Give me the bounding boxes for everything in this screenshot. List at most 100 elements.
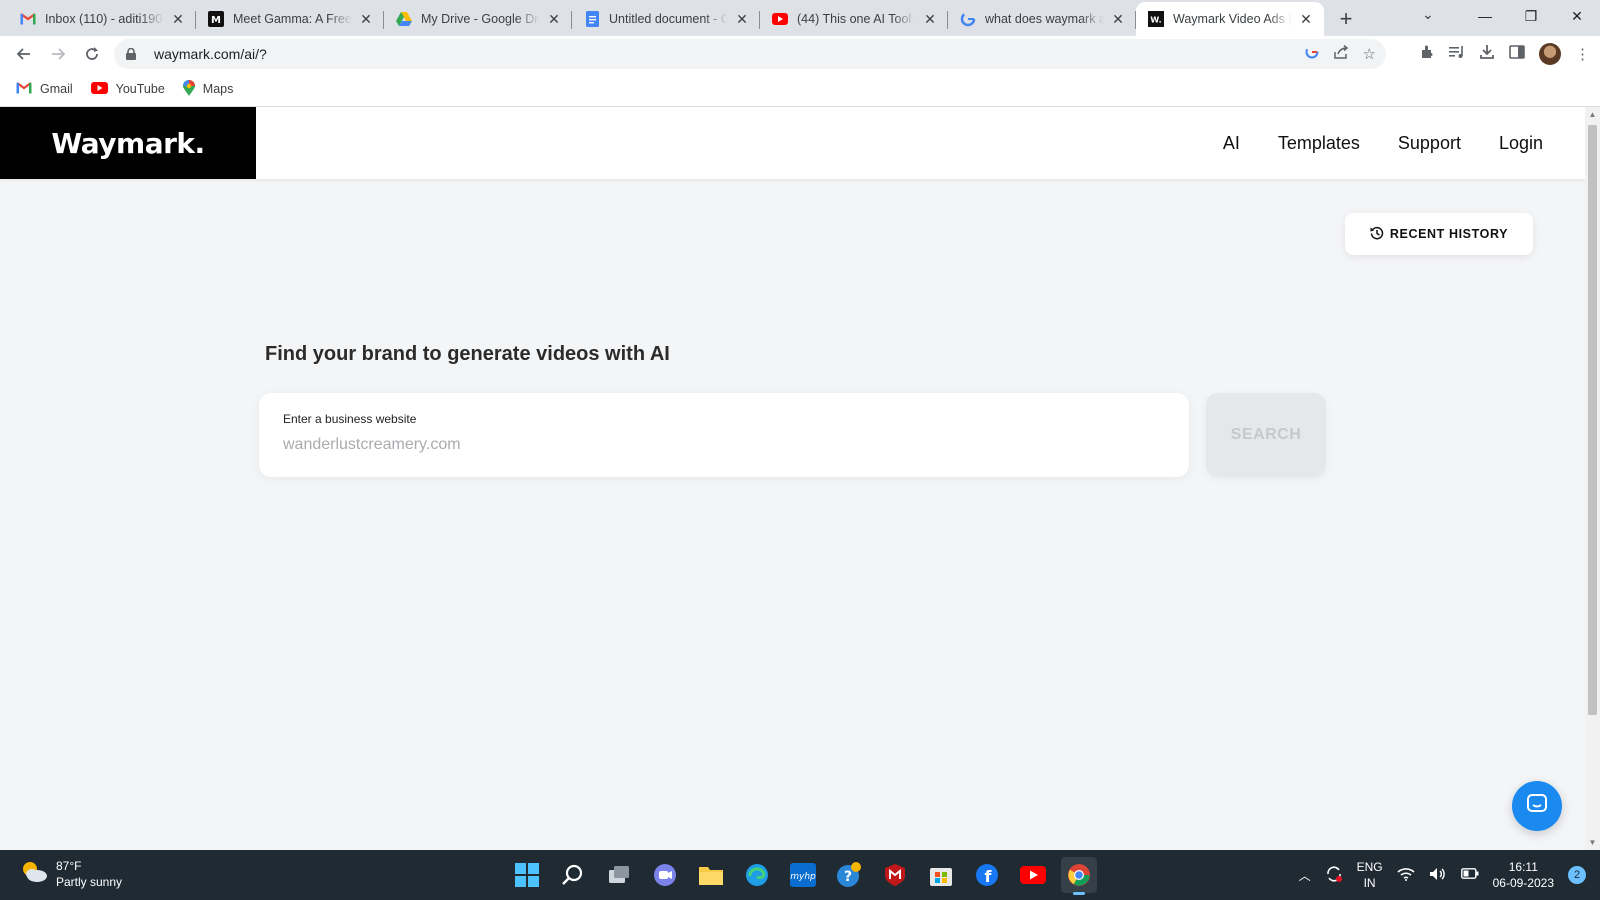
forward-button[interactable]	[42, 38, 74, 70]
folder-icon	[699, 867, 723, 885]
bookmark-star-icon[interactable]: ☆	[1363, 45, 1376, 63]
edge-button[interactable]	[739, 857, 775, 893]
battery-icon[interactable]	[1460, 868, 1479, 882]
minimize-icon[interactable]: —	[1462, 8, 1508, 24]
google-icon	[960, 11, 976, 27]
chat-icon	[1526, 793, 1548, 820]
chrome-button[interactable]	[1061, 857, 1097, 895]
bookmarks-bar: Gmail YouTube Maps	[0, 72, 1600, 107]
notification-badge[interactable]: 2	[1568, 866, 1586, 884]
wifi-icon[interactable]	[1397, 867, 1415, 884]
gmail-icon	[16, 81, 32, 97]
reload-button[interactable]	[76, 38, 108, 70]
close-icon[interactable]: ✕	[1110, 11, 1126, 28]
start-button[interactable]	[509, 857, 545, 893]
media-queue-icon[interactable]	[1449, 45, 1465, 63]
business-website-input[interactable]	[283, 433, 1163, 457]
extensions-icon[interactable]	[1419, 44, 1435, 64]
new-tab-button[interactable]: +	[1328, 2, 1364, 36]
bookmark-youtube[interactable]: YouTube	[90, 81, 165, 97]
search-button[interactable]: SEARCH	[1206, 393, 1326, 477]
history-icon	[1370, 226, 1384, 243]
tab-waymark[interactable]: W. Waymark Video Ads | ✕	[1136, 2, 1324, 36]
close-icon[interactable]: ✕	[922, 11, 938, 28]
chevron-down-icon[interactable]: ⌄	[1422, 6, 1434, 23]
youtube-icon	[772, 11, 788, 27]
download-icon[interactable]	[1479, 44, 1495, 64]
nav-support[interactable]: Support	[1398, 133, 1461, 154]
scroll-down-icon[interactable]: ▼	[1588, 838, 1597, 847]
clock[interactable]: 16:11 06-09-2023	[1493, 859, 1554, 891]
svg-text:?: ?	[844, 869, 852, 885]
close-icon[interactable]: ✕	[170, 11, 186, 28]
nav-ai[interactable]: AI	[1223, 133, 1240, 154]
close-window-icon[interactable]: ✕	[1554, 8, 1600, 25]
tab-title: (44) This one AI Tool i	[797, 12, 916, 26]
chevron-up-icon[interactable]: ︿	[1299, 867, 1311, 884]
microsoft-store-button[interactable]	[923, 857, 959, 893]
side-panel-icon[interactable]	[1509, 45, 1525, 63]
language-indicator[interactable]: ENG IN	[1357, 859, 1383, 891]
chrome-icon	[1068, 864, 1090, 886]
scrollbar-thumb[interactable]	[1588, 125, 1597, 715]
google-lens-icon[interactable]	[1305, 45, 1319, 63]
mcafee-button[interactable]	[877, 857, 913, 893]
page-scrollbar[interactable]: ▲ ▼	[1585, 107, 1600, 850]
share-icon[interactable]	[1333, 44, 1349, 63]
facebook-button[interactable]: f	[969, 857, 1005, 893]
bookmark-label: Maps	[202, 82, 234, 96]
tab-youtube[interactable]: (44) This one AI Tool i ✕	[760, 2, 948, 36]
tab-drive[interactable]: My Drive - Google Dri ✕	[384, 2, 572, 36]
arrow-left-icon	[16, 48, 30, 60]
close-icon[interactable]: ✕	[546, 11, 562, 28]
search-card: Enter a business website	[259, 393, 1189, 477]
close-icon[interactable]: ✕	[1298, 11, 1314, 28]
nav-templates[interactable]: Templates	[1278, 133, 1360, 154]
tab-title: Untitled document - G	[609, 12, 728, 26]
sync-icon[interactable]	[1325, 865, 1343, 886]
language-line1: ENG	[1356, 860, 1383, 874]
svg-text:myhp: myhp	[790, 872, 816, 882]
get-help-button[interactable]: ?	[831, 857, 867, 893]
lock-icon[interactable]	[126, 48, 142, 60]
scroll-up-icon[interactable]: ▲	[1588, 110, 1597, 119]
recent-history-button[interactable]: RECENT HISTORY	[1345, 213, 1533, 255]
waymark-icon: W.	[1148, 11, 1164, 27]
youtube-app-button[interactable]	[1015, 857, 1051, 893]
task-view-button[interactable]	[601, 857, 637, 893]
svg-text:W.: W.	[1150, 16, 1161, 25]
tab-google-search[interactable]: what does waymark a ✕	[948, 2, 1136, 36]
restore-icon[interactable]: ❐	[1508, 8, 1554, 25]
nav-login[interactable]: Login	[1499, 133, 1543, 154]
search-icon	[562, 864, 583, 885]
language-line2: IN	[1363, 876, 1376, 890]
volume-icon[interactable]	[1429, 867, 1447, 884]
tab-docs[interactable]: Untitled document - G ✕	[572, 2, 760, 36]
profile-avatar[interactable]	[1539, 43, 1561, 65]
file-explorer-button[interactable]	[693, 857, 729, 893]
bookmark-gmail[interactable]: Gmail	[16, 81, 73, 97]
windows-taskbar: 87°F Partly sunny myhp ? f ︿ ENG IN 16:1…	[0, 850, 1600, 900]
search-taskbar-button[interactable]	[555, 857, 591, 893]
reload-icon	[86, 47, 98, 60]
more-menu-icon[interactable]: ⋮	[1575, 45, 1590, 63]
tab-medium[interactable]: M Meet Gamma: A Free ✕	[196, 2, 384, 36]
teams-chat-button[interactable]	[647, 857, 683, 893]
tab-title: Waymark Video Ads |	[1173, 12, 1292, 26]
waymark-logo: Waymark.	[51, 126, 205, 160]
logo-link[interactable]: Waymark.	[0, 107, 256, 179]
tab-title: Meet Gamma: A Free	[233, 12, 352, 26]
bookmark-maps[interactable]: Maps	[182, 79, 234, 99]
address-bar[interactable]: waymark.com/ai/? ☆	[114, 39, 1386, 69]
google-drive-icon	[396, 11, 412, 27]
tab-gmail[interactable]: Inbox (110) - aditi190 ✕	[8, 2, 196, 36]
tab-strip: Inbox (110) - aditi190 ✕ M Meet Gamma: A…	[0, 0, 1600, 36]
close-icon[interactable]: ✕	[734, 11, 750, 28]
weather-widget[interactable]: 87°F Partly sunny	[20, 858, 122, 890]
close-icon[interactable]: ✕	[358, 11, 374, 28]
taskbar-apps: myhp ? f	[509, 855, 1097, 895]
chat-launcher-button[interactable]	[1512, 781, 1562, 831]
back-button[interactable]	[8, 38, 40, 70]
myhp-button[interactable]: myhp	[785, 857, 821, 893]
facebook-icon: f	[976, 864, 998, 886]
